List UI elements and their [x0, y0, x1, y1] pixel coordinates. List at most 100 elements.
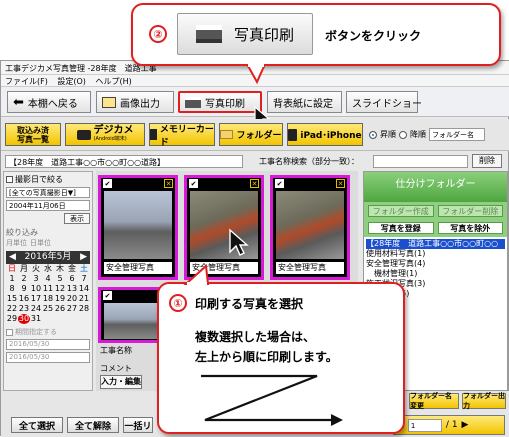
- photo-print-button[interactable]: 写真印刷: [178, 91, 262, 113]
- rename-folder-button[interactable]: フォルダー名変更: [409, 392, 459, 410]
- calendar-day[interactable]: 25: [42, 304, 54, 314]
- period-from-field[interactable]: 2016/05/30: [6, 339, 90, 350]
- close-icon[interactable]: ✕: [336, 179, 345, 188]
- slideshow-button[interactable]: スライドショー: [346, 91, 422, 113]
- date-select[interactable]: 2004年11月06日: [6, 200, 90, 211]
- camera-icon: [76, 129, 91, 140]
- day-unit-radio[interactable]: 日単位: [30, 238, 51, 248]
- photo-checkbox[interactable]: ✔: [275, 179, 284, 188]
- calendar-day[interactable]: 29: [6, 314, 18, 324]
- photo-checkbox[interactable]: ✔: [103, 179, 112, 188]
- tree-item-root[interactable]: 【28年度 道路工事○○市○○町○○: [366, 239, 505, 249]
- calendar-day[interactable]: 20: [66, 294, 78, 304]
- calendar-day[interactable]: 8: [6, 284, 18, 294]
- calendar-weekday: 木: [56, 264, 64, 273]
- photo-checkbox[interactable]: ✔: [189, 179, 198, 188]
- exclude-photo-button[interactable]: 写真を除外: [437, 222, 503, 234]
- tree-item[interactable]: 安全管理写真(4): [366, 259, 505, 269]
- callout-bottom-title: 印刷する写真を選択: [195, 297, 304, 311]
- close-icon[interactable]: ✕: [250, 179, 259, 188]
- next-page-icon[interactable]: ▶: [462, 420, 469, 430]
- calendar-day[interactable]: 18: [42, 294, 54, 304]
- set-spine-button[interactable]: 背表紙に設定: [267, 91, 342, 113]
- calendar-day[interactable]: 14: [78, 284, 90, 294]
- callout-bottom-line1: 複数選択した場合は、: [195, 330, 316, 344]
- select-all-button[interactable]: 全て選択: [11, 417, 63, 433]
- memory-card-button[interactable]: メモリーカード: [149, 123, 215, 148]
- calendar-day[interactable]: 28: [78, 304, 90, 314]
- mouse-cursor-icon: [229, 228, 249, 256]
- show-date-button[interactable]: 表示: [64, 213, 90, 224]
- menu-help[interactable]: ヘルプ(H): [95, 77, 131, 86]
- pager: ◀ 1 / 1 ▶: [393, 415, 505, 435]
- page-select[interactable]: 1: [407, 418, 442, 432]
- calendar-day[interactable]: 21: [78, 294, 90, 304]
- calendar-day[interactable]: 26: [54, 304, 66, 314]
- calendar-day[interactable]: 1: [6, 274, 18, 284]
- comment-label: コメント: [100, 364, 132, 373]
- deselect-all-button[interactable]: 全て解除: [67, 417, 119, 433]
- calendar-day[interactable]: 22: [6, 304, 18, 314]
- folder-output-button[interactable]: フォルダー出力: [462, 392, 506, 410]
- calendar-day[interactable]: 16: [18, 294, 30, 304]
- print-order-z-arrow-icon: [201, 374, 343, 426]
- edit-input-button[interactable]: 入力・編集: [100, 375, 142, 389]
- calendar-day[interactable]: 7: [78, 274, 90, 284]
- calendar-day[interactable]: 15: [6, 294, 18, 304]
- calendar-day[interactable]: 27: [66, 304, 78, 314]
- calendar-day[interactable]: 2: [18, 274, 30, 284]
- create-folder-button[interactable]: フォルダー作成: [368, 205, 434, 217]
- calendar-day[interactable]: 4: [42, 274, 54, 284]
- date-filter-checkbox[interactable]: [6, 176, 13, 183]
- image-output-button[interactable]: 画像出力: [96, 91, 174, 113]
- period-to-field[interactable]: 2016/05/30: [6, 352, 90, 363]
- search-input[interactable]: [373, 155, 468, 168]
- calendar-day[interactable]: 23: [18, 304, 30, 314]
- calendar-day[interactable]: 6: [66, 274, 78, 284]
- date-filter-panel: 撮影日で絞る [全ての写真撮影日▼] 2004年11月06日 表示 絞り込み 月…: [3, 171, 93, 391]
- desc-radio[interactable]: [399, 130, 407, 139]
- menu-settings[interactable]: 設定(O): [57, 77, 86, 86]
- bulk-button[interactable]: 一括リ: [123, 417, 153, 433]
- calendar-day[interactable]: 30: [18, 314, 30, 324]
- month-unit-radio[interactable]: 月単位: [6, 238, 27, 248]
- tablet-icon: [288, 128, 298, 141]
- photo-caption: 安全管理写真: [104, 262, 172, 274]
- prev-month-icon[interactable]: ◀: [9, 251, 16, 264]
- calendar-day[interactable]: 24: [30, 304, 42, 314]
- photo-card[interactable]: ✔ ✕ 安全管理写真: [98, 175, 178, 280]
- callout-click-print: ② 写真印刷 ボタンをクリック: [131, 3, 501, 66]
- calendar-day[interactable]: 9: [18, 284, 30, 294]
- all-dates-select[interactable]: [全ての写真撮影日▼]: [6, 187, 90, 198]
- ipad-iphone-button[interactable]: iPad･iPhone: [287, 123, 363, 146]
- print-button-enlarged: 写真印刷: [177, 13, 313, 55]
- image-export-icon: [102, 96, 116, 108]
- imported-photos-button[interactable]: 取込み済 写真一覧: [5, 123, 61, 146]
- photo-checkbox[interactable]: ✔: [103, 291, 112, 300]
- back-to-shelf-button[interactable]: ⬅ 本棚へ戻る: [7, 91, 91, 113]
- folder-source-button[interactable]: フォルダー: [219, 123, 283, 146]
- delete-folder-button[interactable]: フォルダー削除: [437, 205, 503, 217]
- calendar-day[interactable]: 3: [30, 274, 42, 284]
- calendar-day[interactable]: 11: [42, 284, 54, 294]
- period-checkbox[interactable]: [6, 328, 13, 336]
- menu-file[interactable]: ファイル(F): [5, 77, 48, 86]
- calendar-day[interactable]: 31: [30, 314, 42, 324]
- sort-folder-header: 仕分けフォルダー: [364, 172, 507, 202]
- tree-item[interactable]: 使用材料写真(1): [366, 249, 505, 259]
- sort-select[interactable]: フォルダー名: [429, 128, 485, 141]
- calendar-day[interactable]: 10: [30, 284, 42, 294]
- register-photo-button[interactable]: 写真を登録: [368, 222, 434, 234]
- next-month-icon[interactable]: ▶: [80, 251, 87, 264]
- photo-card[interactable]: ✔ ✕ 安全管理写真: [270, 175, 350, 280]
- tree-item[interactable]: 機材管理(1): [366, 269, 505, 279]
- calendar-day[interactable]: 13: [66, 284, 78, 294]
- calendar-day[interactable]: 19: [54, 294, 66, 304]
- digicam-button[interactable]: デジカメ (Android端末): [65, 123, 145, 146]
- calendar-day[interactable]: 17: [30, 294, 42, 304]
- calendar-day[interactable]: 5: [54, 274, 66, 284]
- asc-radio[interactable]: [369, 130, 377, 139]
- clear-search-button[interactable]: 削除: [472, 154, 502, 168]
- calendar-day[interactable]: 12: [54, 284, 66, 294]
- close-icon[interactable]: ✕: [164, 179, 173, 188]
